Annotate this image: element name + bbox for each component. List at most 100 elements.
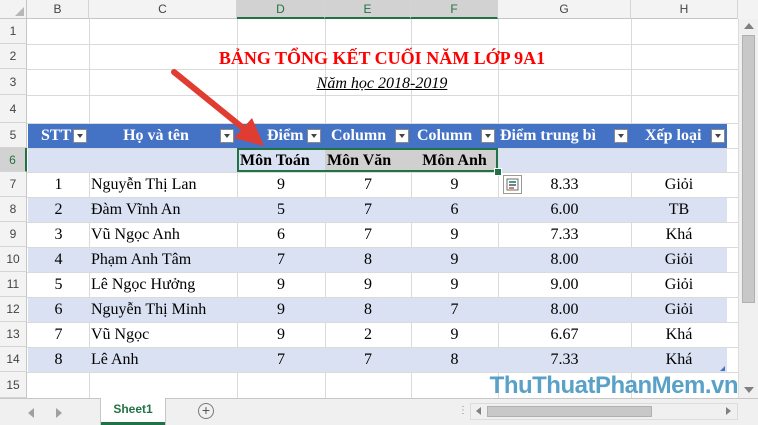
- cell-name[interactable]: Vũ Ngọc Anh: [89, 223, 237, 247]
- cell-stt[interactable]: 7: [28, 323, 89, 347]
- cell-xep-loai[interactable]: Giỏi: [631, 248, 727, 272]
- row-header-8[interactable]: 8: [0, 197, 27, 222]
- cell-van[interactable]: 8: [325, 298, 411, 322]
- cell-stt[interactable]: 6: [28, 298, 89, 322]
- column-header-e[interactable]: E: [325, 0, 411, 19]
- cell-dtb[interactable]: 8.00: [498, 248, 631, 272]
- row-header-7[interactable]: 7: [0, 172, 27, 197]
- cell-anh[interactable]: 6: [411, 198, 498, 222]
- cell-toan[interactable]: 7: [237, 348, 325, 372]
- cell-anh[interactable]: 9: [411, 323, 498, 347]
- cell-toan[interactable]: 6: [237, 223, 325, 247]
- filter-dropdown-xep-loai[interactable]: [711, 129, 725, 143]
- filter-dropdown-stt[interactable]: [73, 129, 87, 143]
- row-header-13[interactable]: 13: [0, 322, 27, 347]
- cell-dtb[interactable]: 9.00: [498, 273, 631, 297]
- cell-name[interactable]: Nguyễn Thị Minh: [89, 298, 237, 322]
- scroll-up-arrow-icon[interactable]: [744, 23, 754, 29]
- cell-van[interactable]: 7: [325, 223, 411, 247]
- filter-dropdown-column-e[interactable]: [395, 129, 409, 143]
- tab-split-handle-icon[interactable]: ⋮: [458, 406, 468, 416]
- cell-name[interactable]: Phạm Anh Tâm: [89, 248, 237, 272]
- subheader-mon-anh[interactable]: Môn Anh: [411, 149, 498, 172]
- cell-van[interactable]: 7: [325, 173, 411, 197]
- cell-xep-loai[interactable]: TB: [631, 198, 727, 222]
- cell-van[interactable]: 7: [325, 198, 411, 222]
- vertical-scroll-thumb[interactable]: [742, 35, 755, 303]
- cell-toan[interactable]: 9: [237, 273, 325, 297]
- cell-anh[interactable]: 9: [411, 223, 498, 247]
- column-header-c[interactable]: C: [89, 0, 237, 19]
- cell-toan[interactable]: 7: [237, 248, 325, 272]
- scroll-right-arrow-icon[interactable]: [726, 407, 731, 415]
- cell-anh[interactable]: 9: [411, 248, 498, 272]
- tab-scroll-left-icon[interactable]: [28, 408, 34, 418]
- cell-anh[interactable]: 7: [411, 298, 498, 322]
- cell-dtb[interactable]: 6.00: [498, 198, 631, 222]
- subheader-mon-van[interactable]: Môn Văn: [325, 149, 411, 172]
- table-resize-handle[interactable]: [720, 366, 725, 371]
- row-header-11[interactable]: 11: [0, 272, 27, 297]
- tab-scroll-right-icon[interactable]: [56, 408, 62, 418]
- scroll-down-arrow-icon[interactable]: [744, 387, 754, 393]
- row-header-9[interactable]: 9: [0, 222, 27, 247]
- cell-stt[interactable]: 4: [28, 248, 89, 272]
- cell-xep-loai[interactable]: Giỏi: [631, 298, 727, 322]
- filter-dropdown-diem-trung-binh[interactable]: [614, 129, 628, 143]
- cell-dtb[interactable]: 6.67: [498, 323, 631, 347]
- column-header-f[interactable]: F: [411, 0, 498, 19]
- cell-van[interactable]: 9: [325, 273, 411, 297]
- cell-anh[interactable]: 9: [411, 173, 498, 197]
- cell-stt[interactable]: 8: [28, 348, 89, 372]
- cell-stt[interactable]: 5: [28, 273, 89, 297]
- row-header-2[interactable]: 2: [0, 44, 27, 69]
- row-header-15[interactable]: 15: [0, 372, 27, 398]
- row-header-1[interactable]: 1: [0, 19, 27, 44]
- cell-toan[interactable]: 9: [237, 323, 325, 347]
- cell-xep-loai[interactable]: Giỏi: [631, 273, 727, 297]
- row-header-10[interactable]: 10: [0, 247, 27, 272]
- row-header-3[interactable]: 3: [0, 69, 27, 95]
- cell-xep-loai[interactable]: Giỏi: [631, 173, 727, 197]
- row-header-6[interactable]: 6: [0, 148, 27, 172]
- cell-toan[interactable]: 5: [237, 198, 325, 222]
- scroll-left-arrow-icon[interactable]: [476, 407, 481, 415]
- filter-dropdown-column-f[interactable]: [481, 129, 495, 143]
- vertical-scrollbar[interactable]: [738, 19, 758, 398]
- cell-name[interactable]: Nguyễn Thị Lan: [89, 173, 237, 197]
- cell-van[interactable]: 7: [325, 348, 411, 372]
- cell-stt[interactable]: 3: [28, 223, 89, 247]
- horizontal-scrollbar[interactable]: [470, 403, 738, 420]
- select-all-corner[interactable]: [0, 0, 27, 19]
- cell-name[interactable]: Đàm Vĩnh An: [89, 198, 237, 222]
- column-header-g[interactable]: G: [498, 0, 631, 19]
- cell-dtb[interactable]: 8.00: [498, 298, 631, 322]
- quick-analysis-icon[interactable]: [503, 175, 522, 194]
- cell-name[interactable]: Lê Anh: [89, 348, 237, 372]
- column-header-h[interactable]: H: [631, 0, 738, 19]
- add-sheet-button[interactable]: +: [198, 403, 214, 419]
- horizontal-scroll-thumb[interactable]: [487, 406, 652, 417]
- cell-stt[interactable]: 2: [28, 198, 89, 222]
- cell-toan[interactable]: 9: [237, 298, 325, 322]
- cell-name[interactable]: Lê Ngọc Hưởng: [89, 273, 237, 297]
- cell-name[interactable]: Vũ Ngọc: [89, 323, 237, 347]
- column-header-b[interactable]: B: [27, 0, 89, 19]
- row-header-4[interactable]: 4: [0, 95, 27, 123]
- cell-anh[interactable]: 9: [411, 273, 498, 297]
- filter-dropdown-diem[interactable]: [307, 129, 321, 143]
- cell-dtb[interactable]: 7.33: [498, 348, 631, 372]
- cell-xep-loai[interactable]: Khá: [631, 323, 727, 347]
- sheet-tab-sheet1[interactable]: Sheet1: [101, 398, 165, 425]
- cell-van[interactable]: 2: [325, 323, 411, 347]
- column-header-d[interactable]: D: [237, 0, 325, 19]
- row-header-5[interactable]: 5: [0, 123, 27, 148]
- cell-van[interactable]: 8: [325, 248, 411, 272]
- cell-xep-loai[interactable]: Khá: [631, 223, 727, 247]
- row-header-12[interactable]: 12: [0, 297, 27, 322]
- cell-stt[interactable]: 1: [28, 173, 89, 197]
- row-header-14[interactable]: 14: [0, 347, 27, 372]
- cell-toan[interactable]: 9: [237, 173, 325, 197]
- cell-anh[interactable]: 8: [411, 348, 498, 372]
- cell-dtb[interactable]: 7.33: [498, 223, 631, 247]
